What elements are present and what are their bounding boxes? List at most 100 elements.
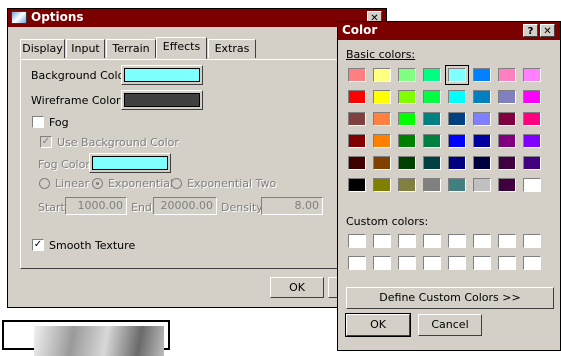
fog-density-field[interactable]: 8.00 xyxy=(261,197,323,215)
basic-color-cell[interactable] xyxy=(448,112,466,126)
color-close-button[interactable]: ✕ xyxy=(540,24,555,37)
basic-color-cell[interactable] xyxy=(348,178,366,192)
custom-color-cell[interactable] xyxy=(373,256,391,270)
fog-label: Fog xyxy=(49,116,69,129)
basic-color-cell[interactable] xyxy=(498,156,516,170)
basic-colors-label: Basic colors: xyxy=(346,48,415,61)
options-window: Options ✕ Display Input Terrain Effects … xyxy=(7,8,387,308)
basic-color-cell[interactable] xyxy=(445,65,469,85)
basic-color-cell[interactable] xyxy=(373,178,391,192)
basic-color-cell[interactable] xyxy=(498,134,516,148)
basic-color-cell[interactable] xyxy=(523,68,541,82)
basic-color-cell[interactable] xyxy=(373,134,391,148)
basic-color-cell[interactable] xyxy=(423,134,441,148)
basic-color-cell[interactable] xyxy=(398,156,416,170)
custom-color-cell[interactable] xyxy=(523,256,541,270)
basic-color-cell[interactable] xyxy=(448,134,466,148)
use-background-color-label: Use Background Color xyxy=(57,136,179,149)
basic-color-cell[interactable] xyxy=(398,112,416,126)
fog-mode-exponential-radio[interactable] xyxy=(92,178,103,189)
wireframe-color-button[interactable] xyxy=(121,90,203,110)
basic-color-cell[interactable] xyxy=(473,178,491,192)
basic-color-cell[interactable] xyxy=(523,156,541,170)
tab-input[interactable]: Input xyxy=(66,39,105,58)
custom-color-cell[interactable] xyxy=(498,256,516,270)
basic-color-cell[interactable] xyxy=(373,90,391,104)
custom-color-cell[interactable] xyxy=(398,256,416,270)
fog-end-field[interactable]: 20000.00 xyxy=(153,197,217,215)
basic-color-cell[interactable] xyxy=(448,156,466,170)
custom-color-cell[interactable] xyxy=(348,256,366,270)
background-color-button[interactable] xyxy=(121,65,203,85)
fog-start-field[interactable]: 1000.00 xyxy=(65,197,127,215)
basic-colors-grid xyxy=(348,65,548,200)
basic-color-cell[interactable] xyxy=(398,178,416,192)
basic-color-cell[interactable] xyxy=(373,112,391,126)
fog-color-button[interactable] xyxy=(89,153,171,173)
basic-color-cell[interactable] xyxy=(373,68,391,82)
basic-color-cell[interactable] xyxy=(523,178,541,192)
tab-terrain[interactable]: Terrain xyxy=(106,39,156,58)
define-custom-colors-label: Define Custom Colors >> xyxy=(379,291,521,304)
custom-color-cell[interactable] xyxy=(498,234,516,248)
use-background-color-checkbox[interactable]: ✓ xyxy=(40,136,52,148)
fog-mode-exponential-two-radio[interactable] xyxy=(171,178,182,189)
color-cancel-button[interactable]: Cancel xyxy=(418,314,482,336)
custom-color-cell[interactable] xyxy=(423,234,441,248)
basic-color-cell[interactable] xyxy=(423,90,441,104)
basic-color-cell[interactable] xyxy=(398,68,416,82)
fog-checkbox[interactable] xyxy=(32,116,44,128)
basic-color-cell[interactable] xyxy=(423,112,441,126)
custom-color-cell[interactable] xyxy=(423,256,441,270)
basic-color-cell[interactable] xyxy=(473,156,491,170)
custom-color-cell[interactable] xyxy=(348,234,366,248)
basic-color-cell[interactable] xyxy=(398,134,416,148)
background-color-label: Background Color xyxy=(31,69,129,82)
custom-color-cell[interactable] xyxy=(523,234,541,248)
basic-color-cell[interactable] xyxy=(448,90,466,104)
tab-extras[interactable]: Extras xyxy=(208,39,256,58)
basic-color-cell[interactable] xyxy=(498,68,516,82)
custom-color-cell[interactable] xyxy=(448,234,466,248)
custom-colors-label: Custom colors: xyxy=(346,215,429,228)
basic-color-cell[interactable] xyxy=(473,134,491,148)
basic-colors-label-text: Basic colors: xyxy=(346,48,416,61)
basic-color-cell[interactable] xyxy=(348,134,366,148)
basic-color-cell[interactable] xyxy=(498,178,516,192)
custom-color-cell[interactable] xyxy=(473,234,491,248)
color-ok-button[interactable]: OK xyxy=(345,313,411,337)
basic-color-cell[interactable] xyxy=(448,178,466,192)
smooth-texture-checkbox[interactable]: ✓ xyxy=(32,239,44,251)
basic-color-cell[interactable] xyxy=(423,68,441,82)
basic-color-cell[interactable] xyxy=(348,68,366,82)
basic-color-cell[interactable] xyxy=(473,68,491,82)
basic-color-cell[interactable] xyxy=(398,90,416,104)
tab-display[interactable]: Display xyxy=(20,39,65,58)
tab-effects[interactable]: Effects xyxy=(156,37,207,59)
basic-color-cell[interactable] xyxy=(348,112,366,126)
basic-color-cell[interactable] xyxy=(523,112,541,126)
basic-color-cell[interactable] xyxy=(523,90,541,104)
custom-color-cell[interactable] xyxy=(398,234,416,248)
tab-effects-label: Effects xyxy=(162,40,201,53)
basic-color-cell[interactable] xyxy=(348,90,366,104)
define-custom-colors-button[interactable]: Define Custom Colors >> xyxy=(346,287,554,309)
basic-color-cell[interactable] xyxy=(423,156,441,170)
basic-color-cell[interactable] xyxy=(473,112,491,126)
options-ok-button[interactable]: OK xyxy=(270,277,324,298)
basic-color-cell[interactable] xyxy=(373,156,391,170)
fog-density-label: Density xyxy=(221,201,263,214)
background-image-strip xyxy=(34,326,164,356)
basic-color-cell[interactable] xyxy=(498,90,516,104)
fog-mode-exponential-two-label: Exponential Two xyxy=(187,177,277,190)
custom-color-cell[interactable] xyxy=(448,256,466,270)
fog-mode-linear-radio[interactable] xyxy=(39,178,50,189)
basic-color-cell[interactable] xyxy=(473,90,491,104)
help-button[interactable]: ? xyxy=(523,24,538,37)
custom-color-cell[interactable] xyxy=(473,256,491,270)
basic-color-cell[interactable] xyxy=(498,112,516,126)
custom-color-cell[interactable] xyxy=(373,234,391,248)
basic-color-cell[interactable] xyxy=(348,156,366,170)
basic-color-cell[interactable] xyxy=(523,134,541,148)
basic-color-cell[interactable] xyxy=(423,178,441,192)
